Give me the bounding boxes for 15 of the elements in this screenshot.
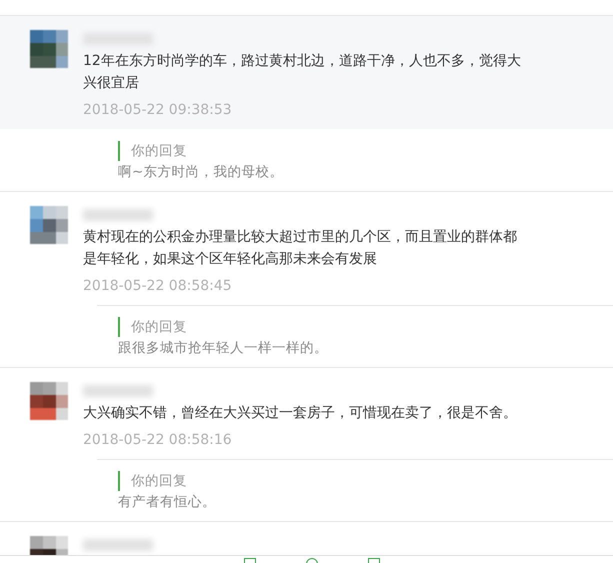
reply-label: 你的回复 [118, 317, 613, 337]
reply-label: 你的回复 [118, 471, 613, 491]
reply-label: 你的回复 [118, 141, 613, 161]
redacted-name [83, 385, 153, 397]
comment-text: 黄村现在的公积金办理量比较大超过市里的几个区，而且置业的群体都是年轻化，如果这个区年轻化高那未来会有发展 [83, 228, 518, 269]
comment-time: 2018-05-22 08:58:16 [83, 431, 233, 450]
comment-text: 12年在东方时尚学的车，路过黄村北边，道路干净，人也不多，觉得大兴很宜居 [83, 52, 522, 93]
reply-text: 跟很多城市抢年轻人一样一样的。 [118, 339, 329, 358]
comment-time: 2018-05-22 09:38:53 [83, 101, 233, 120]
comment-time: 2018-05-22 08:58:45 [83, 277, 233, 296]
redacted-name [83, 209, 153, 221]
redacted-name [83, 539, 153, 551]
reply-text: 有产者有恒心。 [118, 493, 217, 512]
comment-text: 大兴确实不错，曾经在大兴买过一套房子，可惜现在卖了，很是不舍。 [83, 404, 518, 423]
reply-text: 啊~东方时尚，我的母校。 [118, 163, 284, 182]
